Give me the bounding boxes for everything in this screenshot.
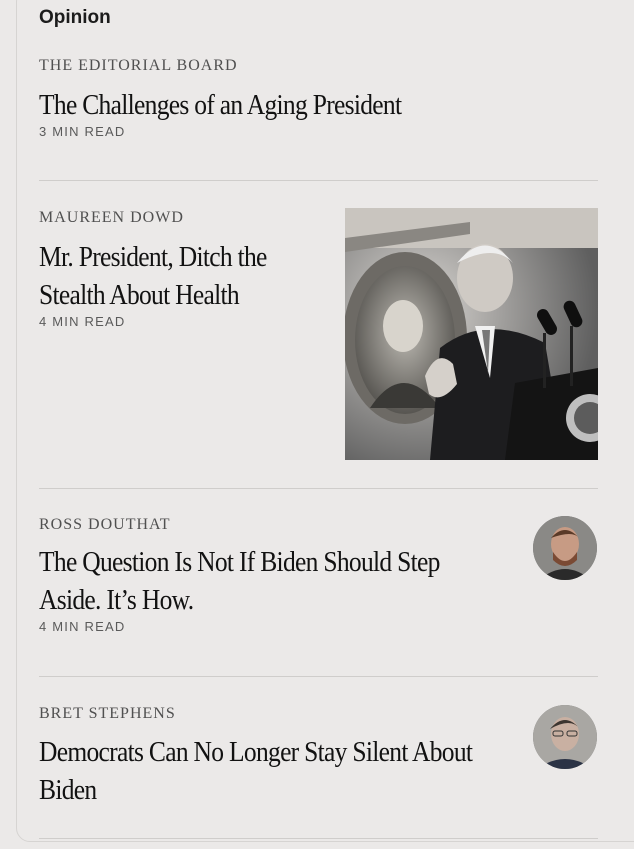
divider bbox=[39, 676, 598, 677]
article-read-time: 3 MIN READ bbox=[39, 124, 126, 139]
divider bbox=[39, 488, 598, 489]
article-author[interactable]: BRET STEPHENS bbox=[39, 705, 514, 723]
article-4[interactable]: BRET STEPHENS Democrats Can No Longer St… bbox=[39, 705, 514, 809]
avatar-graphic bbox=[533, 705, 597, 769]
author-avatar[interactable] bbox=[533, 705, 597, 769]
article-read-time: 4 MIN READ bbox=[39, 314, 126, 329]
article-headline[interactable]: Mr. President, Ditch the Stealth About H… bbox=[39, 238, 312, 314]
divider bbox=[39, 838, 598, 839]
article-author[interactable]: ROSS DOUTHAT bbox=[39, 516, 514, 534]
divider bbox=[39, 180, 598, 181]
article-headline[interactable]: The Challenges of an Aging President bbox=[39, 86, 602, 124]
article-2[interactable]: MAUREEN DOWD Mr. President, Ditch the St… bbox=[39, 209, 334, 329]
article-headline[interactable]: The Question Is Not If Biden Should Step… bbox=[39, 543, 497, 619]
article-read-time: 4 MIN READ bbox=[39, 619, 126, 634]
article-1[interactable]: THE EDITORIAL BOARD The Challenges of an… bbox=[39, 57, 598, 139]
photo-graphic bbox=[345, 208, 598, 460]
president-at-podium-photo[interactable] bbox=[345, 208, 598, 460]
article-3[interactable]: ROSS DOUTHAT The Question Is Not If Bide… bbox=[39, 516, 514, 634]
section-label[interactable]: Opinion bbox=[39, 7, 111, 29]
avatar-graphic bbox=[533, 516, 597, 580]
article-headline[interactable]: Democrats Can No Longer Stay Silent Abou… bbox=[39, 733, 479, 809]
article-author[interactable]: MAUREEN DOWD bbox=[39, 209, 334, 227]
author-avatar[interactable] bbox=[533, 516, 597, 580]
article-author[interactable]: THE EDITORIAL BOARD bbox=[39, 57, 598, 75]
